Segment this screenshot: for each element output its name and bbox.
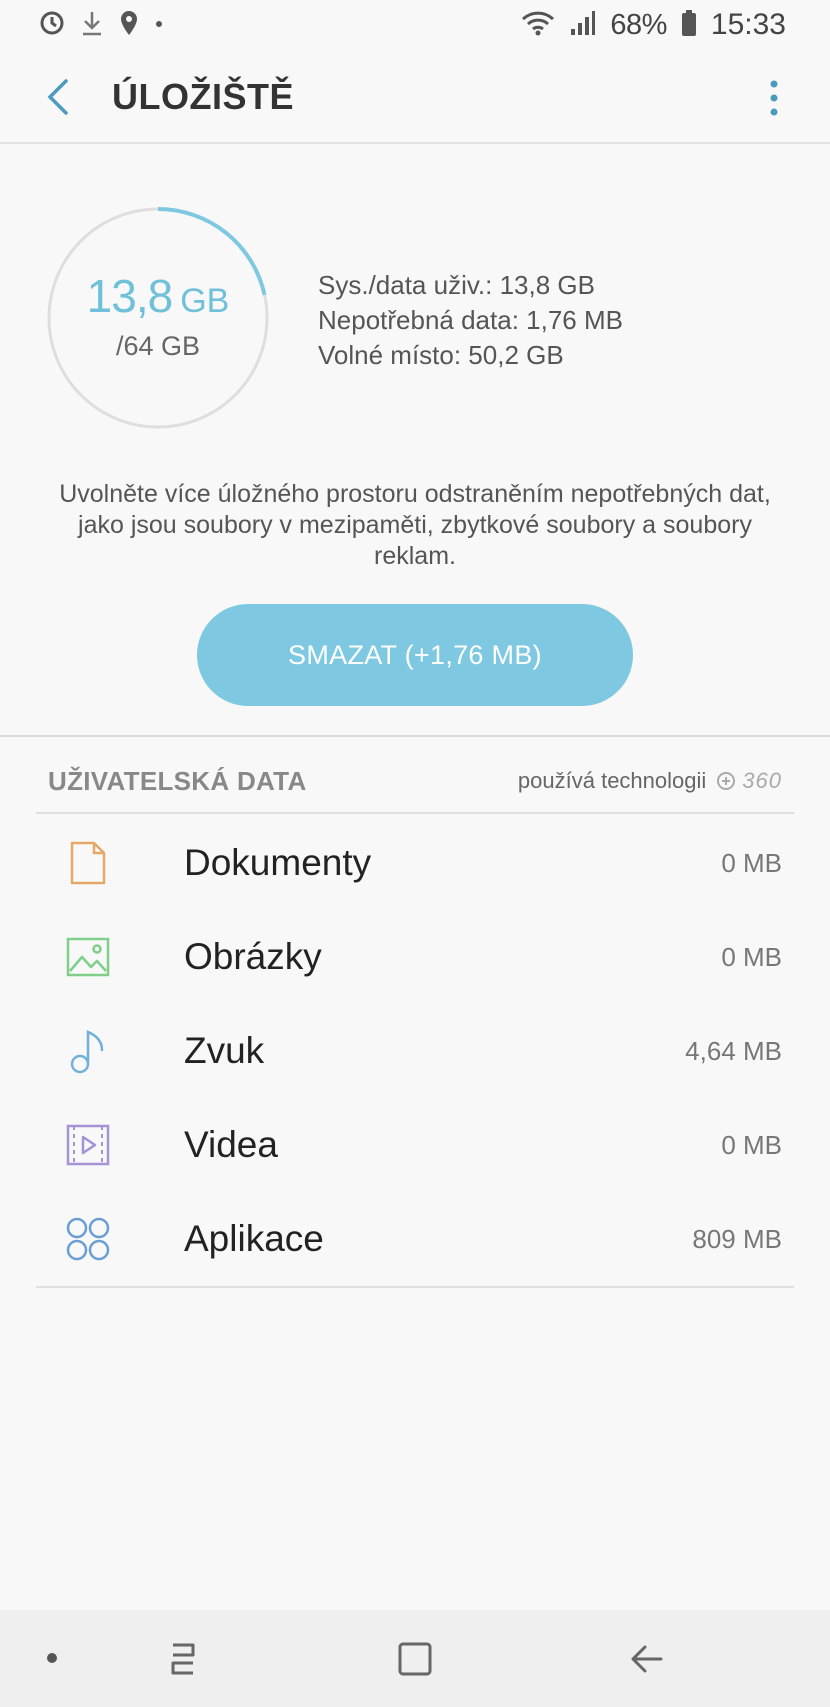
list-item-value: 0 MB: [721, 847, 782, 878]
360-logo-text: 360: [742, 768, 782, 793]
clock: 15:33: [710, 8, 786, 41]
storage-ring-label: 13,8 GB /64 GB: [46, 206, 270, 430]
free-space: Volné místo: 50,2 GB: [318, 340, 564, 370]
status-left: [38, 9, 164, 42]
list-item-label: Obrázky: [184, 936, 322, 977]
list-item-value: 0 MB: [721, 941, 782, 972]
divider: [0, 735, 830, 737]
chevron-left-icon: [47, 79, 68, 115]
clear-button[interactable]: SMAZAT (+1,76 MB): [197, 604, 633, 706]
status-bar: 68% 15:33: [0, 0, 830, 50]
junk-data: Nepotřebná data: 1,76 MB: [318, 305, 623, 335]
app-bar: ÚLOŽIŠTĚ: [0, 52, 830, 144]
storage-summary: 13,8 GB /64 GB Sys./data uživ.: 13,8 GB …: [0, 144, 830, 734]
system-back-button[interactable]: [622, 1634, 672, 1684]
status-right: 68% 15:33: [520, 8, 786, 42]
list-item-audio[interactable]: Zvuk 4,64 MB: [36, 1004, 794, 1098]
apps-icon: [48, 1216, 128, 1262]
navigation-bar: [0, 1610, 830, 1707]
recent-apps-button[interactable]: [158, 1634, 208, 1684]
back-icon: [631, 1645, 663, 1673]
back-button[interactable]: [28, 67, 88, 127]
image-icon: [48, 937, 128, 977]
list-item-images[interactable]: Obrázky 0 MB: [36, 910, 794, 1004]
battery-percent: 68%: [610, 8, 667, 41]
powered-by: používá technologii 360: [518, 768, 782, 794]
recent-apps-icon: [171, 1643, 195, 1675]
list-item-label: Videa: [184, 1124, 278, 1165]
video-icon: [48, 1124, 128, 1166]
document-icon: [48, 841, 128, 885]
total-storage: /64 GB: [115, 330, 201, 361]
clean-description: Uvolněte více úložného prostoru odstraně…: [59, 480, 771, 570]
list-item-documents[interactable]: Dokumenty 0 MB: [36, 816, 794, 910]
360-logo: 360: [716, 768, 782, 794]
page-title: ÚLOŽIŠTĚ: [112, 76, 294, 117]
list-item-videos[interactable]: Videa 0 MB: [36, 1098, 794, 1192]
signal-icon: [570, 9, 596, 42]
powered-by-text: používá technologii: [517, 768, 707, 793]
dot-icon: [154, 16, 164, 34]
download-icon: [80, 9, 104, 42]
360-logo-icon: [717, 772, 736, 790]
used-value: 13,8: [86, 269, 174, 322]
user-data-header: UŽIVATELSKÁ DATA používá technologii 360: [36, 750, 794, 814]
alarm-icon: [38, 9, 66, 42]
more-vert-icon: [770, 80, 778, 116]
list-item-value: 4,64 MB: [685, 1035, 782, 1066]
battery-icon: [681, 9, 697, 42]
used-storage: 13,8 GB: [87, 269, 230, 323]
list-item-apps[interactable]: Aplikace 809 MB: [36, 1192, 794, 1286]
storage-info: Sys./data uživ.: 13,8 GB Nepotřebná data…: [318, 268, 623, 373]
sys-user-data: Sys./data uživ.: 13,8 GB: [318, 270, 595, 300]
list-item-label: Zvuk: [184, 1030, 265, 1071]
music-note-icon: [48, 1028, 128, 1074]
list-item-label: Dokumenty: [184, 842, 372, 883]
dot-icon: [47, 1653, 57, 1663]
list-item-value: 809 MB: [692, 1223, 782, 1254]
user-data-list: Dokumenty 0 MB Obrázky 0 MB Zvuk 4,64 MB…: [36, 816, 794, 1288]
section-title: UŽIVATELSKÁ DATA: [48, 765, 307, 796]
wifi-icon: [520, 9, 556, 42]
home-button[interactable]: [390, 1634, 440, 1684]
used-unit: GB: [180, 281, 230, 320]
more-options-button[interactable]: [754, 68, 794, 128]
nav-dot-button[interactable]: [36, 1640, 68, 1676]
location-icon: [118, 9, 140, 42]
home-icon: [398, 1642, 432, 1676]
list-item-label: Aplikace: [184, 1218, 324, 1259]
list-item-value: 0 MB: [721, 1129, 782, 1160]
